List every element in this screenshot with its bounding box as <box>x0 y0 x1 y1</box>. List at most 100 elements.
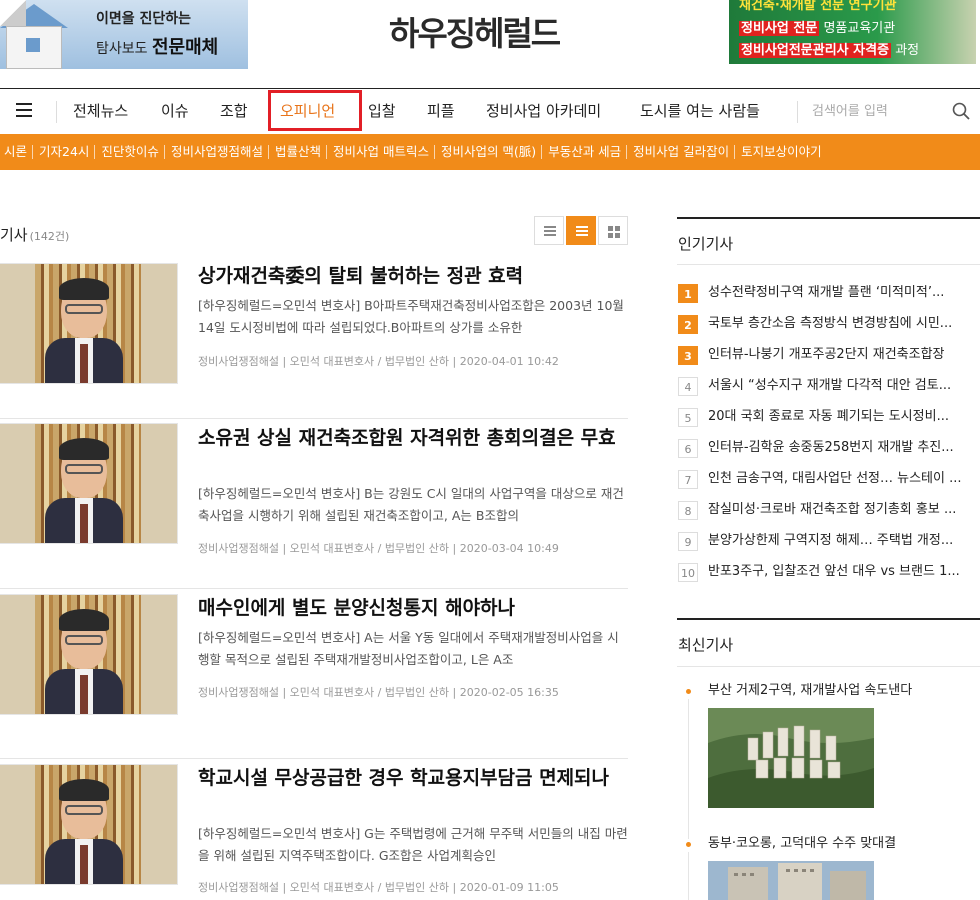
timeline-line <box>688 699 689 839</box>
rank-badge: 7 <box>678 470 698 489</box>
rank-badge: 4 <box>678 377 698 396</box>
popular-item[interactable]: 4 서울시 “성수지구 재개발 다각적 대안 검토... <box>677 375 980 397</box>
popular-item-text: 국토부 층간소음 측정방식 변경방침에 시민... <box>708 316 953 331</box>
subnav-item-land-compensation[interactable]: 토지보상이야기 <box>734 134 828 170</box>
search-icon[interactable] <box>952 102 970 120</box>
popular-item[interactable]: 10 반포3주구, 입찰조건 앞선 대우 vs 브랜드 1... <box>677 561 980 583</box>
view-mode-buttons <box>532 216 628 245</box>
list-view-icon <box>544 226 556 236</box>
popular-item-text: 잠실미성·크로바 재건축조합 정기총회 홍보 ... <box>708 502 957 517</box>
article-meta: 정비사업쟁점해설 | 오민석 대표변호사 / 법무법인 산하 | 2020-04… <box>198 355 559 368</box>
article-title[interactable]: 학교시설 무상공급한 경우 학교용지부담금 면제되나 <box>198 765 628 792</box>
site-logo[interactable]: 하우징헤럴드 <box>389 12 589 56</box>
nav-item-all-news[interactable]: 전체뉴스 <box>73 89 128 133</box>
list-view-button[interactable] <box>534 216 564 245</box>
subnav-item-pulse[interactable]: 정비사업의 맥(脈) <box>433 134 542 170</box>
hamburger-menu-icon[interactable] <box>16 103 32 117</box>
right-ad-line3b: 과정 <box>895 43 920 58</box>
nav-item-city-people[interactable]: 도시를 여는 사람들 <box>640 89 760 133</box>
subnav-item-legal-walk[interactable]: 법률산책 <box>267 134 327 170</box>
page-curl-icon <box>0 0 26 26</box>
grid-view-button[interactable] <box>598 216 628 245</box>
bullet-dot <box>686 689 691 694</box>
left-ad-banner[interactable]: 이면을 진단하는 탐사보도 전문매체 <box>0 0 248 69</box>
article-title[interactable]: 매수인에게 별도 분양신청통지 해야하나 <box>198 595 628 622</box>
search-divider <box>797 101 798 123</box>
grid-view-icon <box>608 226 620 238</box>
article-meta: 정비사업쟁점해설 | 오민석 대표변호사 / 법무법인 산하 | 2020-03… <box>198 542 559 555</box>
popular-item-text: 반포3주구, 입찰조건 앞선 대우 vs 브랜드 1... <box>708 564 960 579</box>
subnav-item-reporter24[interactable]: 기자24시 <box>32 134 95 170</box>
popular-title: 인기기사 <box>678 235 734 253</box>
right-ad-line3a: 정비사업전문관리사 자격증 <box>739 43 892 58</box>
article-thumbnail[interactable] <box>0 764 178 885</box>
popular-item[interactable]: 8 잠실미성·크로바 재건축조합 정기총회 홍보 ... <box>677 499 980 521</box>
popular-item-text: 20대 국회 종료로 자동 폐기되는 도시정비... <box>708 409 949 424</box>
main-nav: 전체뉴스 이슈 조합 오피니언 입찰 피플 정비사업 아카데미 도시를 여는 사… <box>0 88 980 134</box>
subnav-item-issue-commentary[interactable]: 정비사업쟁점해설 <box>163 134 269 170</box>
article-summary[interactable]: [하우징헤럴드=오민석 변호사] G는 주택법령에 근거해 무주택 서민들의 내… <box>198 823 628 867</box>
latest-item-image[interactable] <box>708 708 874 808</box>
article-item: 매수인에게 별도 분양신청통지 해야하나 [하우징헤럴드=오민석 변호사] A는… <box>0 589 628 759</box>
timeline-line <box>688 852 689 900</box>
article-summary[interactable]: [하우징헤럴드=오민석 변호사] A는 서울 Y동 일대에서 주택재개발정비사업… <box>198 627 628 671</box>
right-ad-line2b: 명품교육기관 <box>823 21 896 36</box>
nav-item-opinion[interactable]: 오피니언 <box>268 89 362 133</box>
popular-item-text: 인터뷰-김학윤 송중동258번지 재개발 추진... <box>708 440 954 455</box>
subnav-item-editorial[interactable]: 시론 <box>0 134 33 170</box>
subnav-item-hot-issue[interactable]: 진단핫이슈 <box>94 134 165 170</box>
nav-item-academy[interactable]: 정비사업 아카데미 <box>486 89 601 133</box>
search-input[interactable] <box>812 99 942 123</box>
right-ad-line2a: 정비사업 전문 <box>739 21 820 36</box>
article-count: (142건) <box>29 230 70 243</box>
rank-badge: 3 <box>678 346 698 365</box>
sub-nav: 시론 기자24시 진단핫이슈 정비사업쟁점해설 법률산책 정비사업 매트릭스 정비사업의 맥… <box>0 134 980 170</box>
article-thumbnail[interactable] <box>0 594 178 715</box>
rank-badge: 2 <box>678 315 698 334</box>
article-title[interactable]: 소유권 상실 재건축조합원 자격위한 총회의결은 무효 <box>198 425 628 452</box>
article-item: 학교시설 무상공급한 경우 학교용지부담금 면제되나 [하우징헤럴드=오민석 변… <box>0 759 628 900</box>
right-ad-banner[interactable]: 재건축·재개발 전문 연구기관 정비사업 전문 명품교육기관 정비사업전문관리사… <box>729 0 976 64</box>
summary-view-button[interactable] <box>566 216 596 245</box>
rank-badge: 10 <box>678 563 698 582</box>
article-summary[interactable]: [하우징헤럴드=오민석 변호사] B는 강원도 C시 일대의 사업구역을 대상으… <box>198 483 628 527</box>
nav-item-people[interactable]: 피플 <box>427 89 455 133</box>
latest-section-header: 최신기사 <box>677 618 980 667</box>
nav-item-bidding[interactable]: 입찰 <box>368 89 396 133</box>
nav-item-issue[interactable]: 이슈 <box>161 89 189 133</box>
popular-item-text: 인천 금송구역, 대림사업단 선정… 뉴스테이 ... <box>708 471 962 486</box>
rank-badge: 5 <box>678 408 698 427</box>
latest-item-image[interactable] <box>708 861 874 900</box>
article-title[interactable]: 상가재건축委의 탈퇴 불허하는 정관 효력 <box>198 263 628 290</box>
latest-item-title[interactable]: 동부·코오롱, 고덕대우 수주 맞대결 <box>708 834 980 854</box>
subnav-item-guide[interactable]: 정비사업 길라잡이 <box>626 134 735 170</box>
top-banner: 이면을 진단하는 탐사보도 전문매체 하우징헤럴드 재건축·재개발 전문 연구기… <box>0 0 980 78</box>
rank-badge: 9 <box>678 532 698 551</box>
popular-item[interactable]: 7 인천 금송구역, 대림사업단 선정… 뉴스테이 ... <box>677 468 980 490</box>
latest-item-title[interactable]: 부산 거제2구역, 재개발사업 속도낸다 <box>708 681 980 701</box>
popular-item[interactable]: 6 인터뷰-김학윤 송중동258번지 재개발 추진... <box>677 437 980 459</box>
popular-section-header: 인기기사 <box>677 217 980 265</box>
article-thumbnail[interactable] <box>0 423 178 544</box>
rank-badge: 6 <box>678 439 698 458</box>
list-header: 기사 (142건) <box>0 224 69 244</box>
left-ad-line1: 이면을 진단하는 <box>96 11 192 27</box>
article-thumbnail[interactable] <box>0 263 178 384</box>
article-item: 소유권 상실 재건축조합원 자격위한 총회의결은 무효 [하우징헤럴드=오민석 … <box>0 419 628 589</box>
popular-item[interactable]: 1 성수전략정비구역 재개발 플랜 ‘미적미적’... <box>677 282 980 304</box>
subnav-item-matrix[interactable]: 정비사업 매트릭스 <box>325 134 435 170</box>
summary-view-icon <box>576 226 588 236</box>
right-ad-line3: 정비사업전문관리사 자격증 과정 <box>739 39 919 58</box>
popular-item[interactable]: 2 국토부 층간소음 측정방식 변경방침에 시민... <box>677 313 980 335</box>
article-summary[interactable]: [하우징헤럴드=오민석 변호사] B아파트주택재건축정비사업조합은 2003년 … <box>198 295 628 339</box>
left-ad-line2b: 전문매체 <box>151 37 219 58</box>
popular-item[interactable]: 3 인터뷰-나붕기 개포주공2단지 재건축조합장 <box>677 344 980 366</box>
right-ad-line2: 정비사업 전문 명품교육기관 <box>739 17 895 36</box>
subnav-item-realestate-tax[interactable]: 부동산과 세금 <box>541 134 627 170</box>
popular-item[interactable]: 9 분양가상한제 구역지정 해제… 주택법 개정... <box>677 530 980 552</box>
rank-badge: 8 <box>678 501 698 520</box>
left-ad-line2: 탐사보도 전문매체 <box>96 33 218 59</box>
nav-item-union[interactable]: 조합 <box>220 89 248 133</box>
nav-divider <box>56 101 57 123</box>
popular-item[interactable]: 5 20대 국회 종료로 자동 폐기되는 도시정비... <box>677 406 980 428</box>
